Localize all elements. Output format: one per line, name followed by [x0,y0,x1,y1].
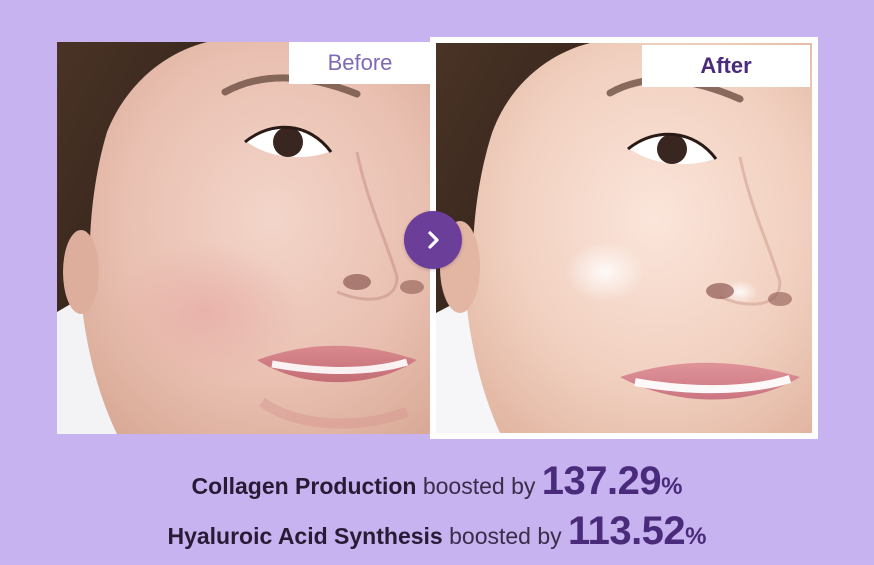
stat-hyaluronic: Hyaluroic Acid Synthesis boosted by 113.… [0,506,874,556]
stat-connector: boosted by [422,473,542,499]
cropped-headline [0,0,874,6]
stat-name: Collagen Production [191,473,423,499]
stat-unit: % [661,473,683,500]
stat-collagen: Collagen Production boosted by 137.29% [0,456,874,506]
next-arrow-button [404,211,462,269]
stats-block: Collagen Production boosted by 137.29% H… [0,456,874,556]
before-photo: Before [57,42,431,434]
stat-name: Hyaluroic Acid Synthesis [167,523,450,549]
stat-unit: % [685,523,707,550]
before-label: Before [289,42,431,84]
stat-value: 113.52 [568,509,686,553]
stat-connector: boosted by [449,523,569,549]
after-photo: After [430,37,818,439]
promo-banner: Before After Collagen Production boosted… [0,0,874,562]
after-face-image [430,37,818,439]
after-label: After [642,45,810,87]
stat-value: 137.29 [541,459,662,503]
before-face-image [57,42,431,434]
chevron-right-icon [428,231,439,249]
